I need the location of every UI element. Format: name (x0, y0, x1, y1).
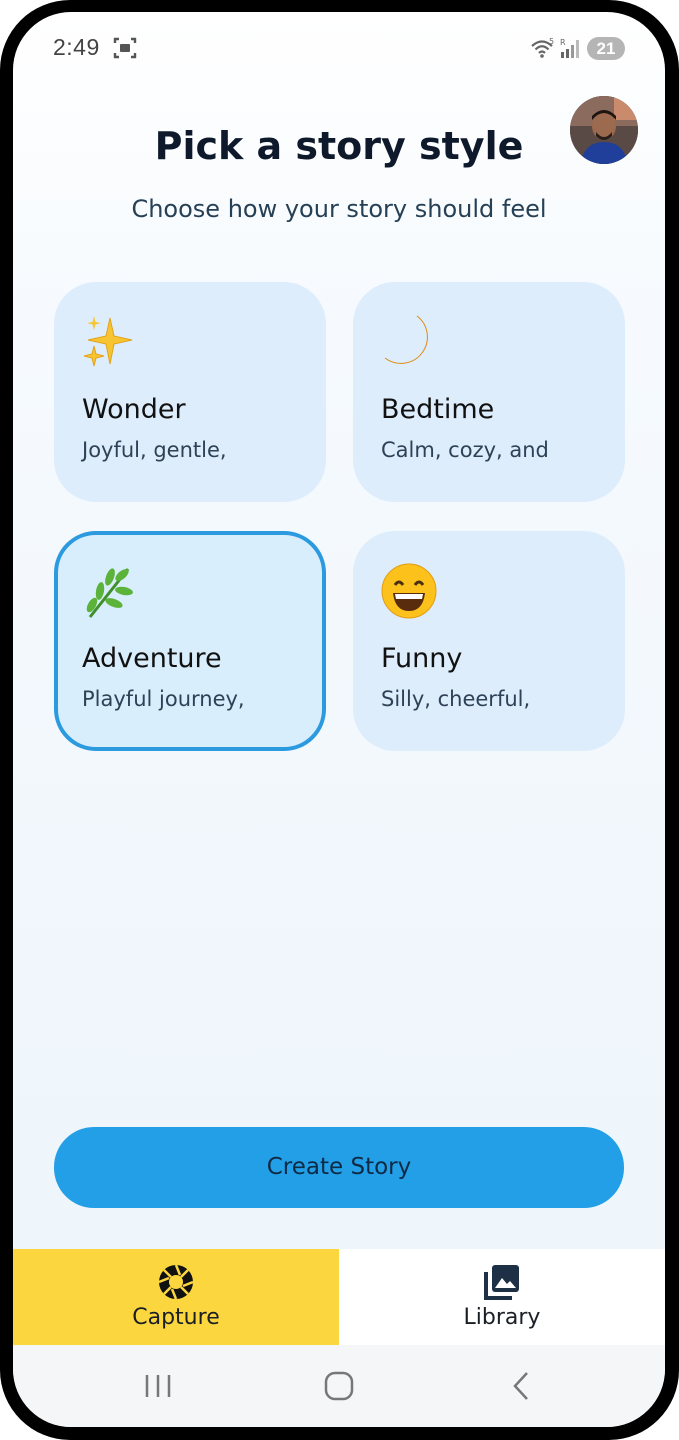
back-icon[interactable] (505, 1369, 539, 1403)
card-title: Adventure (82, 643, 222, 674)
camera-aperture-icon (158, 1264, 194, 1300)
page-title: Pick a story style (154, 124, 524, 168)
style-card-adventure[interactable]: Adventure Playful journey, (54, 531, 326, 751)
crescent-moon-icon (379, 312, 439, 372)
sparkles-icon (80, 312, 140, 372)
page-subtitle: Choose how your story should feel (131, 195, 547, 223)
tab-label: Capture (132, 1305, 220, 1330)
system-nav-bar (13, 1345, 665, 1427)
status-bar: 2:49 5 R 21 (13, 12, 665, 82)
card-description: Playful journey, (82, 687, 245, 711)
card-description: Silly, cheerful, (381, 687, 531, 711)
tab-library[interactable]: Library (339, 1249, 665, 1345)
status-time: 2:49 (53, 34, 100, 60)
signal-icon: R (560, 38, 579, 58)
svg-text:5: 5 (549, 37, 554, 46)
bottom-nav: Capture Library (13, 1249, 665, 1345)
card-description: Joyful, gentle, (82, 438, 227, 462)
card-title: Bedtime (381, 394, 495, 425)
app-screen: 2:49 5 R 21 Pick a story style Choose ho… (13, 12, 665, 1427)
wifi-icon: 5 (531, 37, 554, 58)
card-title: Wonder (82, 394, 186, 425)
style-card-funny[interactable]: Funny Silly, cheerful, (353, 531, 625, 751)
grinning-face-icon (379, 561, 439, 621)
tab-capture[interactable]: Capture (13, 1249, 339, 1345)
recent-apps-icon[interactable] (141, 1369, 175, 1403)
card-title: Funny (381, 643, 463, 674)
phone-frame: 2:49 5 R 21 Pick a story style Choose ho… (0, 0, 679, 1440)
create-story-button[interactable]: Create Story (54, 1127, 624, 1208)
tab-label: Library (463, 1305, 541, 1330)
style-card-bedtime[interactable]: Bedtime Calm, cozy, and (353, 282, 625, 502)
herb-icon (80, 561, 140, 621)
battery-icon: 21 (587, 37, 625, 60)
card-description: Calm, cozy, and (381, 438, 549, 462)
home-icon[interactable] (322, 1369, 356, 1403)
svg-text:R: R (560, 38, 566, 47)
screenshot-icon (113, 37, 137, 59)
style-card-wonder[interactable]: Wonder Joyful, gentle, (54, 282, 326, 502)
photo-library-icon (484, 1265, 519, 1300)
